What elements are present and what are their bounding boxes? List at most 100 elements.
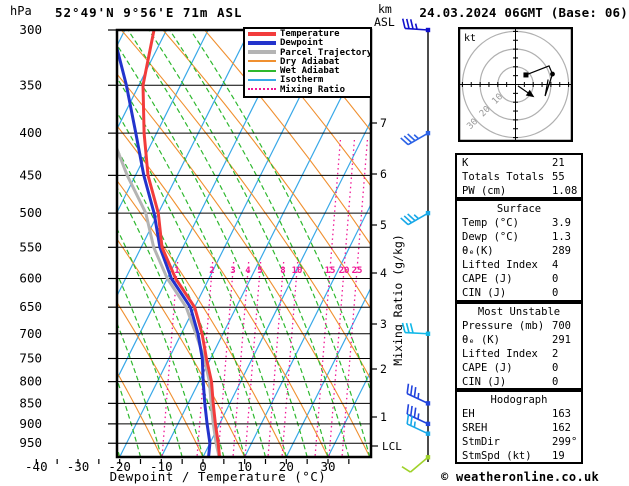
info-value: 163	[552, 408, 571, 420]
wind-barb-joint	[425, 210, 431, 216]
copyright-text: © weatheronline.co.uk	[441, 470, 600, 484]
legend-swatch-isotherm	[248, 78, 276, 81]
info-value: 19	[552, 450, 565, 462]
wind-barb-joint	[425, 130, 431, 136]
info-label: StmDir	[462, 436, 500, 448]
km-tick-label: 1	[380, 410, 387, 424]
km-tick-label: 6	[380, 167, 387, 181]
info-value: 2	[552, 348, 559, 360]
info-value: 0	[552, 287, 559, 299]
info-box-hodograph: Hodograph EH 163 SREH 162 StmDir 299° StmSpd (k…	[455, 390, 583, 464]
pressure-tick-label: 550	[19, 239, 42, 254]
info-row: Pressure (mb) 700	[457, 319, 581, 333]
wind-barb	[400, 212, 429, 226]
legend-swatch-parcel-trajectory	[248, 50, 276, 55]
pressure-tick-label: 600	[19, 270, 42, 285]
pressure-tick-label: 350	[19, 77, 42, 92]
wind-barb-joint	[425, 401, 431, 406]
info-row: θₑ (K) 291	[457, 333, 581, 347]
km-tick-label: 2	[380, 362, 387, 376]
mixing-ratio-line	[244, 261, 262, 457]
info-label: Lifted Index	[462, 259, 538, 271]
plot-legend: Temperature Dewpoint Parcel Trajectory Dry …	[243, 27, 372, 99]
info-value: 700	[552, 320, 571, 332]
info-label: Dewp (°C)	[462, 231, 519, 243]
wind-barb-joint	[425, 455, 431, 460]
hodograph-arrowhead	[525, 89, 535, 98]
wind-barb-joint	[425, 421, 431, 427]
mixing-ratio-label: 1	[174, 266, 179, 276]
info-label: CIN (J)	[462, 287, 507, 299]
wet-adiabat-line	[0, 30, 99, 457]
info-row: Dewp (°C) 1.3	[457, 230, 581, 244]
legend-label: Mixing Ratio	[280, 84, 346, 95]
info-box-most-unstable: Most Unstable Pressure (mb) 700 θₑ (K) 291 Li…	[455, 302, 583, 390]
mixing-ratio-label: 8	[280, 266, 285, 276]
km-tick-label: 4	[380, 266, 387, 280]
info-label: Lifted Index	[462, 348, 538, 360]
info-box-title: Hodograph	[490, 394, 548, 406]
legend-swatch-temperature	[248, 31, 276, 36]
info-value: 289	[552, 245, 571, 257]
hodograph-unit-label: kt	[464, 33, 476, 44]
curve-parcel-trajectory	[117, 144, 221, 457]
skewt-sounding-app: hPa 52°49'N 9°56'E 71m ASL km ASL 24.03.…	[0, 0, 629, 486]
mixing-ratio-line	[217, 261, 235, 457]
mixing-ratio-label: 10	[292, 266, 303, 276]
info-row: PW (cm) 1.08	[457, 184, 581, 198]
legend-swatch-dewpoint	[248, 40, 276, 45]
info-value: 162	[552, 422, 571, 434]
info-value: 0	[552, 273, 559, 285]
info-row: StmDir 299°	[457, 435, 581, 449]
wind-barb-joint	[425, 27, 431, 33]
mixing-ratio-label: 4	[245, 266, 251, 276]
mixing-ratio-line	[281, 261, 299, 457]
info-box-title: Surface	[496, 203, 542, 215]
hodograph-ring-label: 10	[490, 92, 505, 107]
info-label: K	[462, 157, 469, 169]
wet-adiabat-line	[117, 445, 121, 457]
info-value: 4	[552, 259, 559, 271]
wind-barb-column	[400, 18, 431, 473]
info-label: EH	[462, 408, 475, 420]
pressure-tick-label: 700	[19, 326, 42, 341]
info-row: Lifted Index 4	[457, 258, 581, 272]
mixing-ratio-label: 15	[325, 266, 336, 276]
mixing-ratio-line	[356, 139, 369, 263]
info-row: EH 163	[457, 407, 581, 421]
wind-barb	[401, 18, 429, 31]
info-row: SREH 162	[457, 421, 581, 435]
info-row: CAPE (J) 0	[457, 272, 581, 286]
mixing-ratio-label: 3	[230, 266, 235, 276]
info-label: θₑ(K)	[462, 245, 494, 257]
info-value: 55	[552, 171, 565, 183]
info-row: K 21	[457, 156, 581, 170]
wind-barb	[401, 456, 429, 473]
mixing-ratio-line	[329, 139, 342, 263]
info-label: PW (cm)	[462, 185, 507, 197]
pressure-tick-label: 400	[19, 125, 42, 140]
info-value: 3.9	[552, 217, 571, 229]
pressure-tick-label: 500	[19, 205, 42, 220]
info-label: CAPE (J)	[462, 273, 513, 285]
pressure-tick-label: 950	[19, 435, 42, 450]
pressure-tick-label: 650	[19, 299, 42, 314]
info-box-indices: K 21 Totals Totals 55 PW (cm) 1.08	[455, 153, 583, 199]
mixing-axis-title: Mixing Ratio (g/kg)	[391, 234, 405, 366]
legend-swatch-wet-adiabat	[248, 69, 276, 72]
temp-tick-label: -30	[67, 459, 90, 474]
wind-barb	[401, 322, 429, 335]
wind-barb-joint	[425, 331, 431, 336]
info-label: StmSpd (kt)	[462, 450, 532, 462]
info-label: θₑ (K)	[462, 334, 500, 346]
temp-axis-title: Dewpoint / Temperature (°C)	[110, 469, 327, 484]
info-row: CAPE (J) 0	[457, 361, 581, 375]
km-tick-label: 5	[380, 218, 387, 232]
info-value: 0	[552, 362, 559, 374]
info-row: Lifted Index 2	[457, 347, 581, 361]
info-value: 1.08	[552, 185, 578, 197]
hodograph-start-marker	[523, 72, 529, 78]
info-row: CIN (J) 0	[457, 286, 581, 300]
info-row: CIN (J) 0	[457, 375, 581, 389]
pressure-tick-label: 900	[19, 416, 42, 431]
